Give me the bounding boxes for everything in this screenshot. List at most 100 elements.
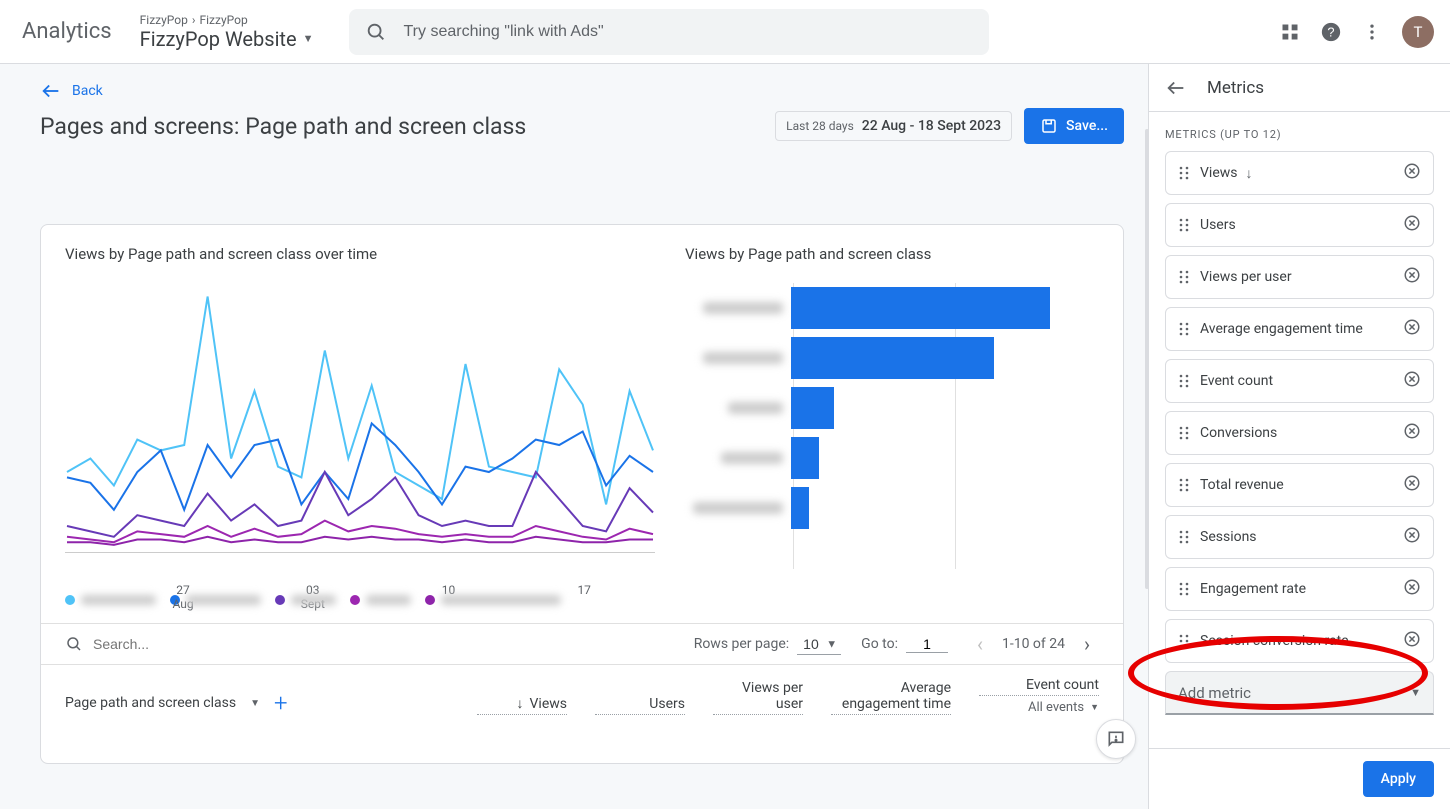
- drag-handle-icon[interactable]: [1178, 322, 1190, 336]
- rows-per-page-select[interactable]: 10: [797, 634, 841, 655]
- remove-metric-button[interactable]: [1403, 266, 1421, 288]
- bar-chart: [685, 283, 1099, 583]
- panel-title: Metrics: [1207, 78, 1264, 98]
- save-label: Save...: [1066, 118, 1108, 134]
- apply-label: Apply: [1381, 771, 1416, 787]
- metric-chip[interactable]: Users: [1165, 203, 1434, 247]
- metric-chip[interactable]: Views per user: [1165, 255, 1434, 299]
- metric-label: Event count: [1200, 373, 1273, 389]
- search-input[interactable]: [403, 23, 973, 41]
- drag-handle-icon[interactable]: [1178, 634, 1190, 648]
- bar-row: [685, 483, 1099, 533]
- bar-row: [685, 383, 1099, 433]
- metric-chip[interactable]: Engagement rate: [1165, 567, 1434, 611]
- line-chart: 27Aug03Sept1017: [65, 283, 655, 583]
- drag-handle-icon[interactable]: [1178, 218, 1190, 232]
- goto-input[interactable]: [906, 636, 948, 653]
- metric-label: Average engagement time: [1200, 321, 1363, 337]
- avatar[interactable]: T: [1402, 16, 1434, 48]
- scrollbar-thumb[interactable]: [1145, 129, 1149, 589]
- property-selector[interactable]: FizzyPop › FizzyPop FizzyPop Website ▼: [140, 13, 314, 51]
- back-link[interactable]: Back: [40, 80, 1124, 102]
- prev-page-button[interactable]: ‹: [968, 632, 992, 656]
- chevron-right-icon: ›: [192, 13, 196, 27]
- metric-label: Users: [1200, 217, 1236, 233]
- drag-handle-icon[interactable]: [1178, 478, 1190, 492]
- remove-metric-button[interactable]: [1403, 578, 1421, 600]
- chart-legend: [65, 595, 655, 605]
- event-filter-select[interactable]: All events ▼: [1028, 700, 1099, 715]
- metric-chip[interactable]: Sessions: [1165, 515, 1434, 559]
- metric-label: Sessions: [1200, 529, 1257, 545]
- remove-metric-button[interactable]: [1403, 526, 1421, 548]
- metric-chip[interactable]: Views ↓: [1165, 151, 1434, 195]
- table-search[interactable]: [65, 635, 274, 653]
- table-header: Page path and screen class ▼ + ↓ Views U…: [41, 664, 1123, 715]
- column-header-users[interactable]: Users: [595, 696, 685, 715]
- metric-chip[interactable]: Total revenue: [1165, 463, 1434, 507]
- apply-button[interactable]: Apply: [1363, 761, 1434, 797]
- more-vert-icon[interactable]: [1362, 22, 1382, 42]
- drag-handle-icon[interactable]: [1178, 426, 1190, 440]
- metric-label: Session conversion rate: [1200, 633, 1349, 649]
- add-dimension-button[interactable]: +: [274, 691, 288, 715]
- drag-handle-icon[interactable]: [1178, 270, 1190, 284]
- date-range-selector[interactable]: Last 28 days 22 Aug - 18 Sept 2023: [775, 111, 1012, 141]
- date-range-value: 22 Aug - 18 Sept 2023: [862, 118, 1001, 134]
- remove-metric-button[interactable]: [1403, 162, 1421, 184]
- metric-chip[interactable]: Event count: [1165, 359, 1434, 403]
- save-button[interactable]: Save...: [1024, 108, 1124, 144]
- legend-item: [65, 595, 156, 605]
- caret-down-icon[interactable]: ▼: [250, 698, 260, 709]
- bar-row: [685, 433, 1099, 483]
- apps-icon[interactable]: [1280, 22, 1300, 42]
- bar-row: [685, 283, 1099, 333]
- pager: ‹ 1-10 of 24 ›: [968, 632, 1099, 656]
- bar-chart-title: Views by Page path and screen class: [685, 245, 1099, 263]
- breadcrumb: FizzyPop › FizzyPop: [140, 13, 314, 27]
- date-range-label: Last 28 days: [786, 119, 854, 133]
- avatar-initial: T: [1414, 23, 1423, 41]
- metric-label: Conversions: [1200, 425, 1277, 441]
- add-metric-dropdown[interactable]: Add metric ▼: [1165, 671, 1434, 715]
- metrics-panel: Metrics METRICS (UP TO 12) Views ↓ Users Vi…: [1148, 64, 1450, 809]
- panel-back-button[interactable]: [1165, 77, 1187, 99]
- remove-metric-button[interactable]: [1403, 422, 1421, 444]
- metric-chip[interactable]: Average engagement time: [1165, 307, 1434, 351]
- help-icon[interactable]: ?: [1320, 21, 1342, 43]
- caret-down-icon: ▼: [303, 32, 314, 45]
- drag-handle-icon[interactable]: [1178, 166, 1190, 180]
- metric-label: Views: [1200, 165, 1238, 181]
- drag-handle-icon[interactable]: [1178, 582, 1190, 596]
- remove-metric-button[interactable]: [1403, 370, 1421, 392]
- drag-handle-icon[interactable]: [1178, 374, 1190, 388]
- metric-label: Views per user: [1200, 269, 1292, 285]
- table-search-input[interactable]: [93, 636, 274, 652]
- dimension-column-header[interactable]: Page path and screen class: [65, 695, 236, 711]
- remove-metric-button[interactable]: [1403, 474, 1421, 496]
- column-header-event-count[interactable]: Event count: [979, 677, 1099, 696]
- global-search[interactable]: [349, 9, 989, 55]
- remove-metric-button[interactable]: [1403, 318, 1421, 340]
- caret-down-icon: ▼: [1090, 702, 1099, 713]
- column-header-views-per-user[interactable]: Views per user: [713, 680, 803, 715]
- feedback-icon: [1106, 729, 1126, 749]
- feedback-button[interactable]: [1096, 719, 1136, 759]
- page-title: Pages and screens: Page path and screen …: [40, 113, 526, 140]
- report-card: Views by Page path and screen class over…: [40, 224, 1124, 764]
- drag-handle-icon[interactable]: [1178, 530, 1190, 544]
- metric-label: Engagement rate: [1200, 581, 1306, 597]
- arrow-left-icon: [1165, 77, 1187, 99]
- column-header-avg-engagement[interactable]: Average engagement time: [831, 680, 951, 715]
- metric-chip[interactable]: Conversions: [1165, 411, 1434, 455]
- table-controls: Rows per page: 10 ▼ Go to: ‹ 1-10 of 24 …: [41, 623, 1123, 664]
- column-header-views[interactable]: ↓ Views: [477, 695, 567, 715]
- remove-metric-button[interactable]: [1403, 214, 1421, 236]
- metric-chip[interactable]: Session conversion rate: [1165, 619, 1434, 663]
- panel-subhead: METRICS (UP TO 12): [1165, 128, 1434, 141]
- caret-down-icon: ▼: [1410, 686, 1421, 699]
- next-page-button[interactable]: ›: [1075, 632, 1099, 656]
- sort-down-icon: ↓: [1246, 165, 1253, 182]
- remove-metric-button[interactable]: [1403, 630, 1421, 652]
- header-actions: ? T: [1280, 16, 1434, 48]
